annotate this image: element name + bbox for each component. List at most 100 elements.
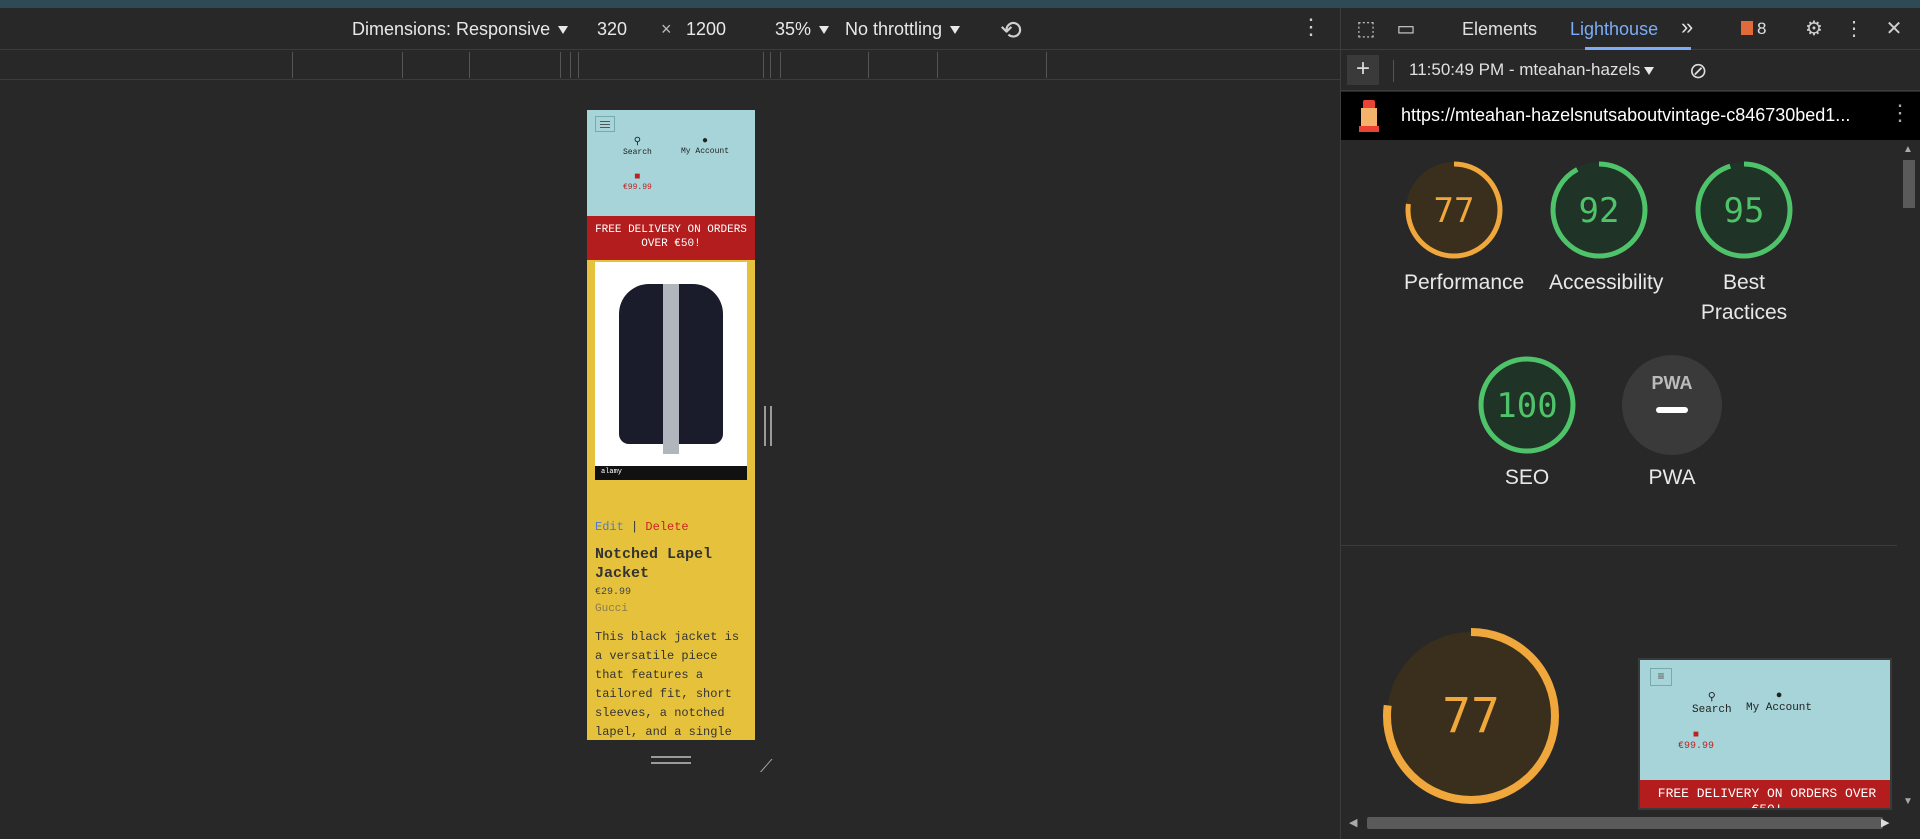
issues-badge[interactable]: 8	[1741, 19, 1766, 39]
gauge-accessibility[interactable]: 92 Accessibility	[1549, 160, 1664, 298]
gauge-svg: 92	[1550, 161, 1648, 259]
final-screenshot-thumbnail: ≡ ⚲ Search ● My Account ■ €99.99 FREE DELIV…	[1638, 658, 1892, 810]
gauge-label: SEO	[1504, 466, 1550, 489]
pwa-dash-icon	[1656, 407, 1688, 413]
zoom-dropdown[interactable]: 35%	[775, 19, 830, 40]
ruler-tick	[469, 52, 470, 78]
report-time: 11:50:49 PM - mteahan-hazels	[1409, 60, 1641, 79]
big-gauge-value: 77	[1442, 688, 1500, 744]
user-icon: ●	[702, 136, 709, 147]
gauge-seo[interactable]: 100 SEO	[1477, 355, 1577, 493]
mini-bag: ■ €99.99	[1678, 730, 1714, 752]
gauge-value: 77	[1434, 191, 1475, 231]
scrollbar-thumb[interactable]	[1367, 817, 1883, 829]
scrollbar-thumb[interactable]	[1903, 160, 1915, 208]
zoom-label: 35%	[775, 19, 812, 39]
gauge-performance[interactable]: 77 Performance	[1404, 160, 1525, 298]
height-input[interactable]: 1200	[686, 19, 726, 40]
width-input[interactable]: 320	[597, 19, 627, 40]
gauge-background	[1622, 355, 1722, 455]
gauge-pwa[interactable]: PWA PWA	[1622, 355, 1722, 493]
bag-total: €99.99	[623, 183, 652, 192]
scroll-right-icon[interactable]: ▶	[1881, 816, 1889, 829]
vertical-scrollbar[interactable]: ▲ ▼	[1897, 140, 1920, 810]
gauge-value: 95	[1724, 191, 1765, 231]
tab-elements[interactable]: Elements	[1462, 19, 1537, 40]
user-icon: ●	[1775, 690, 1783, 702]
gauge-label: Best Practices	[1700, 271, 1788, 324]
device-toggle-icon[interactable]: ▭	[1393, 16, 1419, 42]
delete-link[interactable]: Delete	[645, 520, 688, 534]
scroll-up-icon[interactable]: ▲	[1903, 144, 1913, 155]
ruler-tick	[402, 52, 403, 78]
gauge-label: Performance	[1404, 271, 1525, 294]
account-link[interactable]: ● My Account	[681, 136, 729, 156]
devtools-menu-icon[interactable]: ⋮	[1841, 16, 1867, 42]
product-brand: Gucci	[595, 603, 629, 615]
image-watermark: alamy	[595, 466, 747, 480]
mini-bag-total: €99.99	[1678, 741, 1715, 752]
more-tabs-icon[interactable]: »	[1681, 14, 1693, 40]
gauge-label: Accessibility	[1549, 271, 1664, 294]
gauge-svg: 100	[1478, 356, 1576, 454]
issues-count: 8	[1757, 19, 1767, 38]
delivery-banner: FREE DELIVERY ON ORDERS OVER €50!	[587, 216, 755, 260]
ruler-tick	[868, 52, 869, 78]
report-url-bar: https://mteahan-hazelsnutsaboutvintage-c…	[1341, 92, 1920, 140]
mini-account: ● My Account	[1746, 690, 1812, 714]
mini-search: ⚲ Search	[1692, 690, 1732, 716]
bag-link[interactable]: ■ €99.99	[623, 172, 652, 192]
search-link[interactable]: ⚲ Search	[623, 136, 652, 157]
devtools-panel: ⬚ ▭ Elements Lighthouse » 8 ⚙ ⋮ ✕ + 11:5…	[1340, 8, 1920, 839]
site-header: ⚲ Search ● My Account ■ €99.99	[587, 110, 755, 216]
account-label: My Account	[681, 147, 730, 156]
toolbar-divider	[1393, 60, 1394, 82]
pwa-mark: PWA	[1651, 373, 1692, 393]
throttling-label: No throttling	[845, 19, 943, 39]
search-icon: ⚲	[633, 137, 642, 148]
edit-link[interactable]: Edit	[595, 520, 624, 534]
device-toolbar: Dimensions: Responsive 320 × 1200 35% No…	[0, 8, 1340, 50]
lighthouse-toolbar: + 11:50:49 PM - mteahan-hazels ⊘	[1341, 51, 1920, 91]
caret-down-icon	[950, 25, 961, 34]
gauge-svg: PWA	[1622, 355, 1722, 455]
resize-handle-corner[interactable]: ⟋	[760, 756, 780, 776]
url-menu-icon[interactable]: ⋮	[1889, 100, 1911, 126]
bag-icon: ■	[1693, 730, 1700, 741]
media-query-ruler	[0, 50, 1340, 80]
ruler-tick	[560, 52, 561, 78]
hamburger-menu-icon[interactable]	[595, 116, 615, 132]
gauge-best-practices[interactable]: 95 Best Practices	[1694, 160, 1794, 328]
clear-icon[interactable]: ⊘	[1689, 58, 1707, 84]
ruler-tick	[780, 52, 781, 78]
product-image: alamy	[595, 262, 747, 480]
tab-lighthouse[interactable]: Lighthouse	[1570, 19, 1658, 40]
dimensions-dropdown[interactable]: Dimensions: Responsive	[352, 19, 569, 40]
inspect-element-icon[interactable]: ⬚	[1353, 16, 1379, 42]
product-price: €29.99	[595, 587, 632, 598]
horizontal-scrollbar[interactable]: ◀ ▶	[1341, 810, 1897, 836]
caret-down-icon	[558, 25, 569, 34]
more-options-icon[interactable]: ⋮	[1300, 14, 1322, 40]
hamburger-menu-icon: ≡	[1650, 668, 1672, 686]
rotate-icon[interactable]: ⟲	[1000, 15, 1022, 46]
device-viewport: ⚲ Search ● My Account ■ €99.99 FREE DELI…	[587, 110, 755, 740]
resize-handle-right[interactable]	[764, 406, 772, 446]
active-tab-indicator	[1585, 47, 1691, 50]
gauge-label: PWA	[1648, 466, 1696, 489]
scroll-down-icon[interactable]: ▼	[1903, 796, 1913, 807]
bag-icon: ■	[634, 172, 641, 183]
report-selector[interactable]: 11:50:49 PM - mteahan-hazels	[1409, 60, 1655, 80]
close-icon[interactable]: ✕	[1881, 16, 1907, 42]
new-report-button[interactable]: +	[1347, 55, 1379, 85]
devtools-tabbar: ⬚ ▭ Elements Lighthouse » 8 ⚙ ⋮ ✕	[1341, 8, 1920, 50]
product-admin-actions: Edit | Delete	[595, 520, 689, 534]
report-url: https://mteahan-hazelsnutsaboutvintage-c…	[1401, 105, 1851, 125]
score-gauges: 77 Performance 92 Accessibility 95 Best Pract…	[1341, 140, 1901, 546]
throttling-dropdown[interactable]: No throttling	[845, 19, 961, 40]
ruler-tick	[570, 52, 571, 78]
resize-handle-bottom[interactable]	[651, 756, 691, 764]
settings-gear-icon[interactable]: ⚙	[1801, 16, 1827, 42]
ruler-tick	[937, 52, 938, 78]
scroll-left-icon[interactable]: ◀	[1349, 816, 1357, 829]
